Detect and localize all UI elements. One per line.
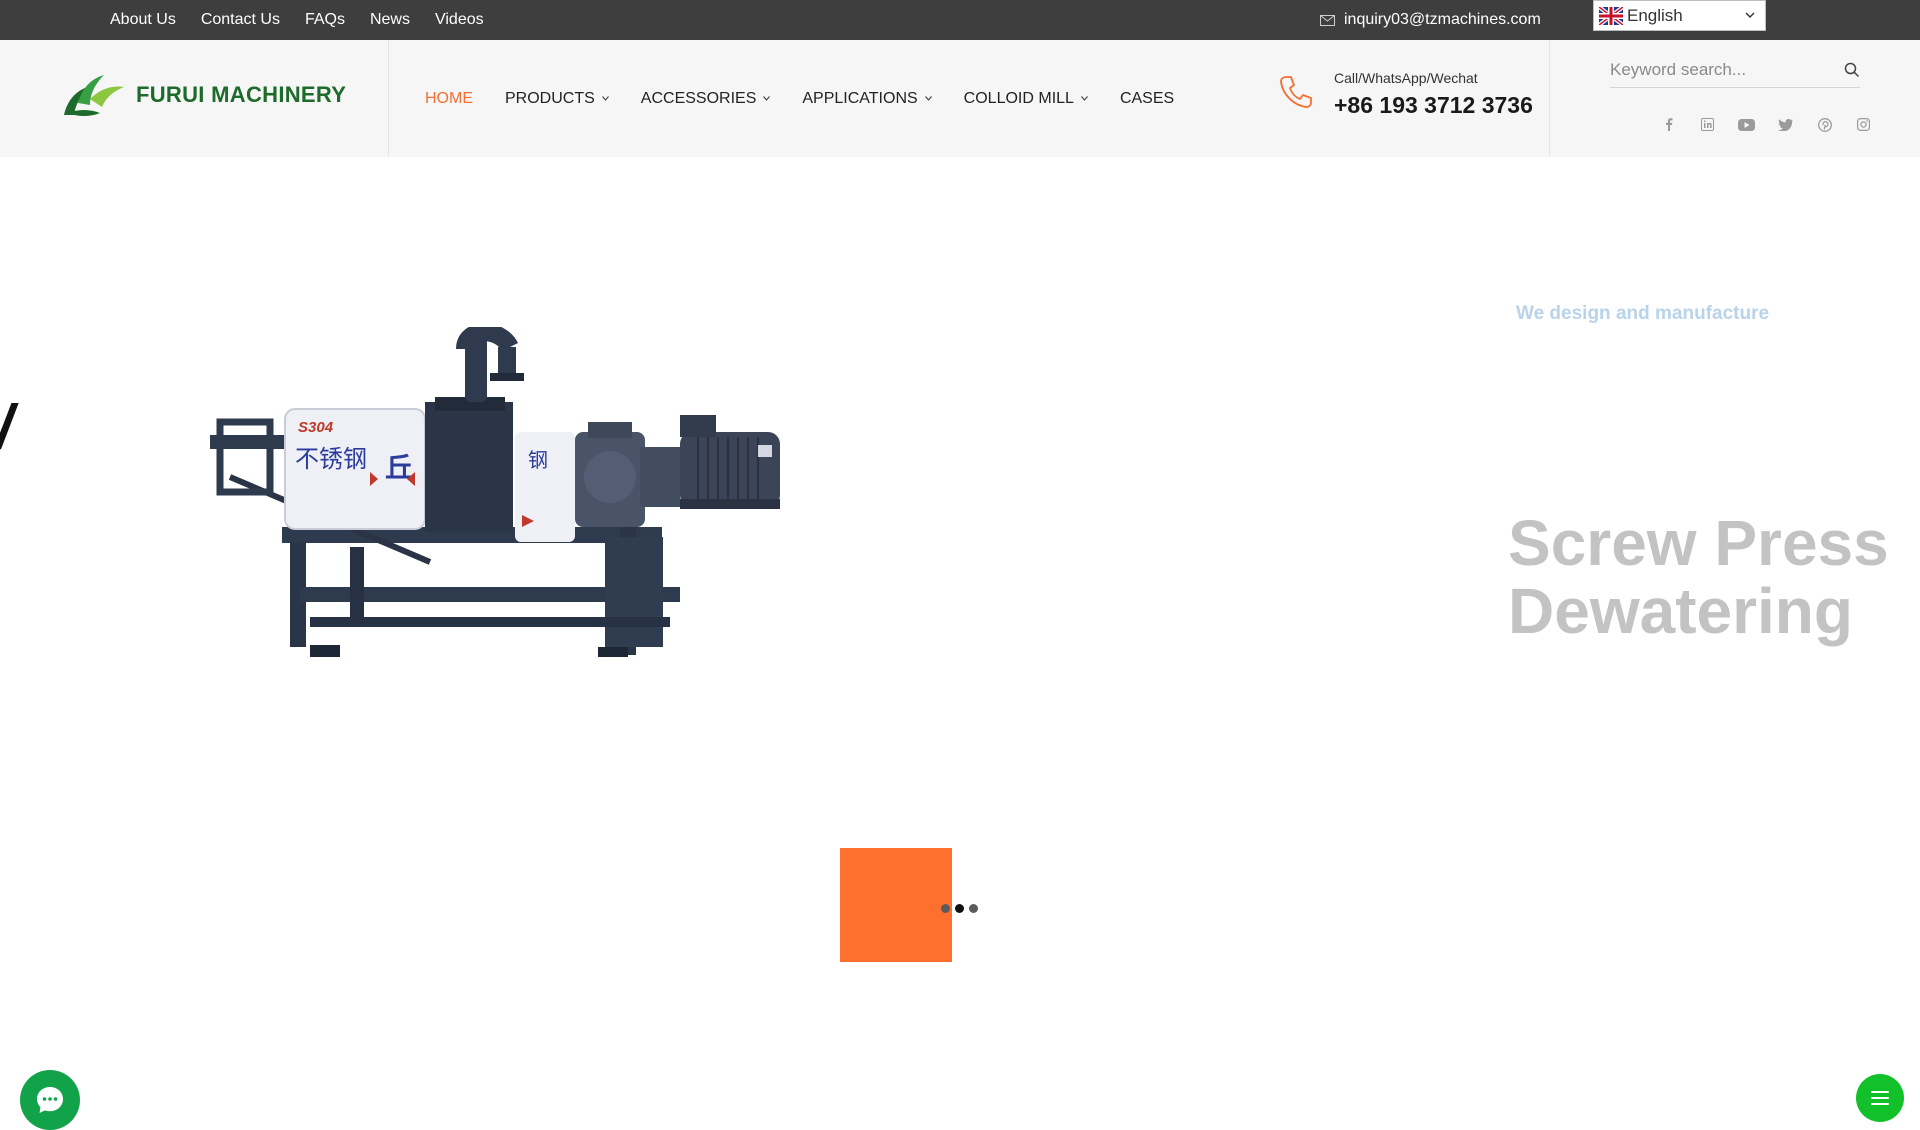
chevron-down-icon [1081,96,1088,101]
email-link[interactable]: inquiry03@tzmachines.com [1320,0,1541,40]
slider-pagination [941,904,978,913]
hero-title: Screw Press Dewatering [1508,509,1889,645]
stainless-steel-label: 不锈钢 [295,445,367,473]
instagram-icon[interactable] [1855,117,1872,132]
contact-label: Call/WhatsApp/Wechat [1334,70,1478,86]
chevron-down-icon [924,96,932,101]
envelope-icon [1320,14,1335,26]
top-link-about-us[interactable]: About Us [110,11,176,29]
site-logo[interactable]: FURUI MACHINERY [60,73,346,117]
youtube-icon[interactable] [1738,117,1755,132]
nav-applications[interactable]: APPLICATIONS [802,89,932,108]
logo-text: FURUI MACHINERY [136,82,347,107]
previous-slide-text-fragment: / [0,392,13,463]
hero-tagline: We design and manufacture [1516,303,1770,324]
nav-products[interactable]: PRODUCTS [505,90,609,108]
nav-accessories-label: ACCESSORIES [640,89,757,107]
chat-button[interactable] [20,1070,80,1130]
header-divider [1549,40,1550,157]
s304-label: S304 [298,419,334,436]
slide-dot-1[interactable] [941,904,950,913]
top-link-videos[interactable]: Videos [435,11,484,29]
nav-colloid-mill[interactable]: COLLOID MILL [964,90,1088,108]
nav-cases-label: CASES [1119,89,1175,107]
orange-accent-block [840,848,952,962]
main-nav: HOME PRODUCTS ACCESSORIES APPLICATIONS C… [425,40,1174,157]
top-link-contact-us[interactable]: Contact Us [201,11,280,29]
nav-home[interactable]: HOME [425,90,473,108]
slide-dot-2[interactable] [955,904,964,913]
language-label: English [1627,5,1683,25]
phone-icon [1280,76,1312,108]
floating-menu-button[interactable] [1856,1074,1904,1122]
uk-flag-icon [1599,6,1623,25]
top-link-news[interactable]: News [370,11,410,29]
nav-applications-label: APPLICATIONS [802,89,918,107]
slide-dot-3[interactable] [969,904,978,913]
phone-number: +86 193 3712 3736 [1334,92,1533,118]
chevron-down-icon [601,96,609,101]
search-input[interactable] [1610,54,1830,86]
chevron-down-icon [1745,12,1755,18]
svg-text:钢: 钢 [528,448,548,472]
chat-bubble-icon [37,1087,63,1113]
menu-icon [1871,1091,1889,1105]
search-box [1610,54,1860,88]
facebook-icon[interactable] [1660,117,1677,132]
nav-accessories[interactable]: ACCESSORIES [641,90,771,108]
nav-colloid-mill-label: COLLOID MILL [963,89,1074,107]
email-address: inquiry03@tzmachines.com [1344,11,1541,28]
furui-logo-icon [64,75,124,116]
hero-slider: / S304 不锈钢 丘 钢 [0,157,1920,1130]
hero-title-line-1: Screw Press [1508,507,1889,579]
pinterest-icon[interactable] [1816,117,1833,132]
main-header: FURUI MACHINERY HOME PRODUCTS ACCESSORIE… [0,40,1920,157]
screw-press-machine-image: S304 不锈钢 丘 钢 [210,327,780,657]
header-divider [388,40,389,157]
nav-cases[interactable]: CASES [1120,90,1174,108]
top-nav: About Us Contact Us FAQs News Videos [110,0,484,40]
nav-home-label: HOME [425,89,473,107]
search-icon[interactable] [1844,62,1860,78]
twitter-icon[interactable] [1777,117,1794,132]
hero-title-line-2: Dewatering [1508,575,1853,647]
nav-products-label: PRODUCTS [505,89,595,107]
linkedin-icon[interactable] [1699,117,1716,132]
top-link-faqs[interactable]: FAQs [305,11,345,29]
top-bar: About Us Contact Us FAQs News Videos inq… [0,0,1920,40]
chevron-down-icon [763,96,771,101]
language-select[interactable]: English [1593,0,1766,31]
social-links [1660,117,1872,132]
